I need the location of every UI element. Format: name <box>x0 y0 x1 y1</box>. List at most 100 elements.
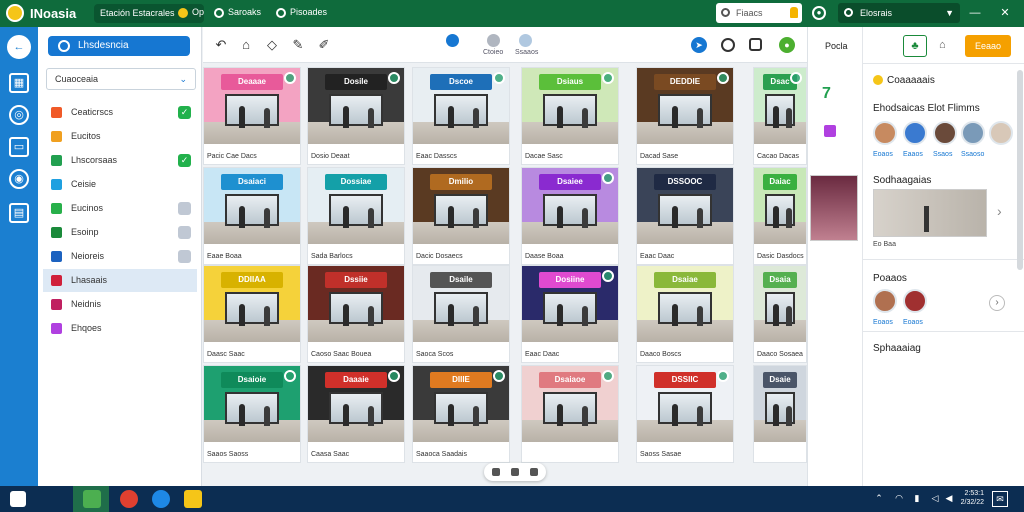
status-icon[interactable]: ● <box>812 6 826 20</box>
checkbox[interactable]: ✓ <box>178 154 191 167</box>
sidebar-item[interactable]: Ehqoes <box>43 317 197 340</box>
sidebar-item[interactable]: Lhasaais <box>43 269 197 292</box>
store-card[interactable]: Dsaie <box>753 365 807 463</box>
store-card[interactable]: Dosile Dosio Deaat <box>307 67 405 165</box>
lock-icon[interactable]: ⌂ <box>939 39 946 51</box>
store-card[interactable]: Dssiie Caoso Saac Bouea <box>307 265 405 363</box>
volume-icon[interactable]: ◁ <box>930 493 940 503</box>
store-card[interactable]: Dsaia Daaco Sosaea <box>753 265 807 363</box>
sidebar-header-button[interactable]: Lhsdesncia <box>48 36 190 56</box>
wifi-icon[interactable]: ◠ <box>894 493 904 503</box>
pencil-icon[interactable]: ✐ <box>316 37 332 53</box>
sidebar-item[interactable]: Eucitos <box>43 125 197 148</box>
note-icon[interactable] <box>749 38 762 51</box>
account-select[interactable]: Elosrais ▼ <box>838 3 960 23</box>
gallery-image[interactable] <box>873 189 987 237</box>
select-check-icon[interactable] <box>602 72 614 84</box>
store-card[interactable]: DIIIE Saaoca Saadais <box>412 365 510 463</box>
select-check-icon[interactable] <box>602 270 614 282</box>
location-pin-icon[interactable]: ● <box>779 37 795 53</box>
select-check-icon[interactable] <box>493 370 505 382</box>
sidebar-item[interactable]: Ceisie <box>43 173 197 196</box>
scrollbar[interactable] <box>1017 70 1023 270</box>
store-card[interactable]: Dsaiaci Eaae Boaa <box>203 167 301 265</box>
store-card[interactable]: DSSOOC Eaac Daac <box>636 167 734 265</box>
send-icon[interactable]: ➤ <box>691 37 707 53</box>
close-icon[interactable]: ✕ <box>996 4 1014 22</box>
select-check-icon[interactable] <box>602 370 614 382</box>
action-button[interactable]: Eeaao <box>965 35 1011 57</box>
layout-icon[interactable]: ▤ <box>9 203 29 223</box>
store-card[interactable]: Dsaiaoe <box>521 365 619 463</box>
avatar[interactable] <box>961 121 985 145</box>
checkbox[interactable] <box>178 202 191 215</box>
select-check-icon[interactable] <box>790 72 802 84</box>
emoji-icon[interactable] <box>721 38 735 52</box>
chevron-right-icon[interactable]: › <box>997 203 1002 219</box>
battery-icon[interactable]: ▮ <box>912 493 922 503</box>
back-arrow-icon[interactable]: ← <box>7 35 31 59</box>
search-input[interactable]: Fiaacs <box>716 3 802 23</box>
checkbox[interactable] <box>178 250 191 263</box>
view-toggle-1[interactable] <box>442 34 462 62</box>
preview-thumbnail[interactable] <box>810 175 858 241</box>
select-check-icon[interactable] <box>284 72 296 84</box>
store-card[interactable]: DDIIAA Daasc Saac <box>203 265 301 363</box>
checkbox[interactable]: ✓ <box>178 106 191 119</box>
pen-icon[interactable]: ✎ <box>290 37 306 53</box>
clock[interactable]: 2:53:1 2/32/22 <box>958 489 984 507</box>
sidebar-item[interactable]: Lhscorsaas ✓ <box>43 149 197 172</box>
app-icon[interactable] <box>83 490 101 508</box>
store-card[interactable]: Dsiaus Dacae Sasc <box>521 67 619 165</box>
workspace-suffix[interactable]: Op <box>178 7 204 18</box>
globe-icon[interactable]: ◎ <box>9 105 29 125</box>
avatar[interactable] <box>933 121 957 145</box>
select-check-icon[interactable] <box>493 72 505 84</box>
sidebar-item[interactable]: Neioreis <box>43 245 197 268</box>
next-arrow-icon[interactable]: › <box>989 295 1005 311</box>
avatar[interactable] <box>873 121 897 145</box>
store-card[interactable]: Daiac Dasic Dasdocs <box>753 167 807 265</box>
select-check-icon[interactable] <box>717 370 729 382</box>
store-card[interactable]: Dossiae Sada Barlocs <box>307 167 405 265</box>
select-check-icon[interactable] <box>388 72 400 84</box>
select-check-icon[interactable] <box>284 370 296 382</box>
category-select[interactable]: Cuaoceaia ⌄ <box>46 68 196 90</box>
sidebar-item[interactable]: Neidnis <box>43 293 197 316</box>
folder-icon[interactable]: ▭ <box>9 137 29 157</box>
speaker-icon[interactable]: ◀ <box>944 493 954 503</box>
store-card[interactable]: Dsaioie Saaos Saoss <box>203 365 301 463</box>
browser-icon[interactable] <box>152 490 170 508</box>
view-toggle-2[interactable]: Ctoieo <box>483 34 503 62</box>
sidebar-item[interactable]: Eucinos <box>43 197 197 220</box>
play-icon[interactable] <box>511 468 519 476</box>
prev-icon[interactable] <box>492 468 500 476</box>
tree-icon[interactable]: ♣ <box>903 35 927 57</box>
nav-link-2[interactable]: Pisoades <box>276 7 327 18</box>
store-card[interactable]: Dscoe Eaac Dasscs <box>412 67 510 165</box>
store-card[interactable]: DSSIIC Saoss Sasae <box>636 365 734 463</box>
home-icon[interactable]: ⌂ <box>238 37 254 53</box>
checkbox[interactable] <box>178 226 191 239</box>
view-toggle-3[interactable]: Ssaaos <box>515 34 538 62</box>
undo-icon[interactable]: ↶ <box>213 37 229 53</box>
bell-icon[interactable] <box>790 7 798 18</box>
chrome-icon[interactable] <box>120 490 138 508</box>
sidebar-item[interactable]: Esoinp <box>43 221 197 244</box>
select-check-icon[interactable] <box>602 172 614 184</box>
store-card[interactable]: Dmilio Dacic Dosaecs <box>412 167 510 265</box>
folder-icon[interactable] <box>184 490 202 508</box>
network-icon[interactable]: ⌃ <box>874 493 884 503</box>
select-check-icon[interactable] <box>717 72 729 84</box>
store-card[interactable]: Dsaiae Daaco Boscs <box>636 265 734 363</box>
next-icon[interactable] <box>530 468 538 476</box>
store-card[interactable]: Dsaile Saoca Scos <box>412 265 510 363</box>
store-card[interactable]: Daaaie Caasa Saac <box>307 365 405 463</box>
pin-icon[interactable]: ◉ <box>9 169 29 189</box>
grid-icon[interactable]: ▦ <box>9 73 29 93</box>
store-card[interactable]: Deaaae Pacic Cae Dacs <box>203 67 301 165</box>
avatar[interactable] <box>989 121 1013 145</box>
store-card[interactable]: DEDDIE Dacad Sase <box>636 67 734 165</box>
eraser-icon[interactable]: ◇ <box>264 37 280 53</box>
sidebar-item[interactable]: Ceaticrscs ✓ <box>43 101 197 124</box>
